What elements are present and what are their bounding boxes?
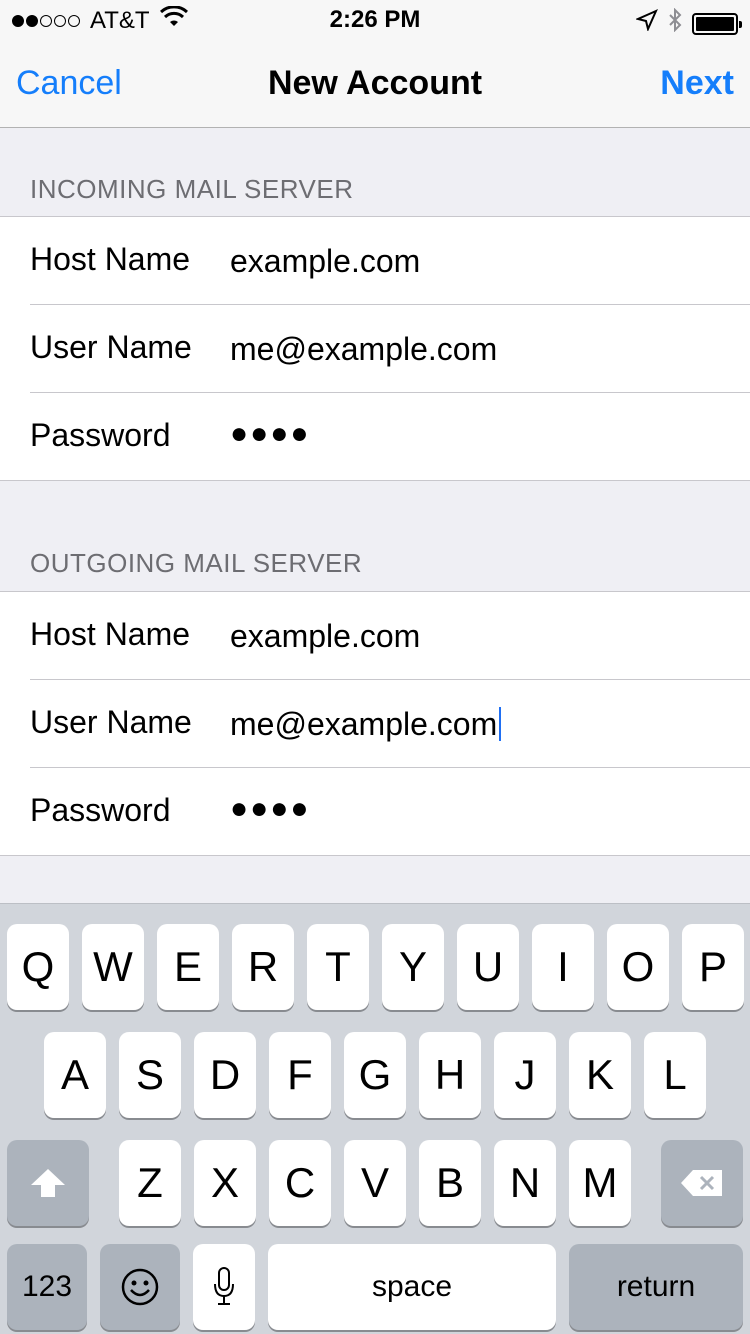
key-s[interactable]: S: [119, 1032, 181, 1118]
key-n[interactable]: N: [494, 1140, 556, 1226]
key-i[interactable]: I: [532, 924, 594, 1010]
numbers-key[interactable]: 123: [7, 1244, 87, 1330]
key-d[interactable]: D: [194, 1032, 256, 1118]
incoming-server-group: Host Name example.com User Name me@examp…: [0, 216, 750, 481]
bluetooth-icon: [668, 7, 682, 39]
key-u[interactable]: U: [457, 924, 519, 1010]
incoming-password-input[interactable]: ●●●●: [230, 417, 310, 451]
navigation-bar: Cancel New Account Next: [0, 40, 750, 128]
keyboard: Q W E R T Y U I O P A S D F G H J K L Z …: [0, 903, 750, 1334]
key-y[interactable]: Y: [382, 924, 444, 1010]
key-a[interactable]: A: [44, 1032, 106, 1118]
incoming-section-header: INCOMING MAIL SERVER: [30, 174, 354, 204]
field-label: Password: [30, 417, 171, 453]
field-label: Host Name: [30, 241, 191, 277]
outgoing-password-input[interactable]: ●●●●: [230, 792, 310, 826]
key-q[interactable]: Q: [7, 924, 69, 1010]
backspace-icon: [681, 1170, 722, 1196]
text-cursor: [499, 707, 502, 741]
outgoing-username-row[interactable]: User Name me@example.com: [0, 680, 750, 768]
next-button[interactable]: Next: [660, 64, 734, 103]
key-l[interactable]: L: [644, 1032, 706, 1118]
field-label: Password: [30, 792, 171, 828]
field-label: User Name: [30, 329, 192, 365]
battery-icon: [692, 12, 742, 35]
status-right: [634, 7, 742, 39]
key-k[interactable]: K: [569, 1032, 631, 1118]
location-arrow-icon: [634, 9, 658, 38]
incoming-host-input[interactable]: example.com: [230, 243, 420, 280]
incoming-username-row[interactable]: User Name me@example.com: [0, 305, 750, 393]
key-r[interactable]: R: [232, 924, 294, 1010]
key-e[interactable]: E: [157, 924, 219, 1010]
key-o[interactable]: O: [607, 924, 669, 1010]
backspace-key[interactable]: [661, 1140, 743, 1226]
key-j[interactable]: J: [494, 1032, 556, 1118]
outgoing-password-row[interactable]: Password ●●●●: [0, 768, 750, 855]
incoming-username-input[interactable]: me@example.com: [230, 331, 497, 368]
key-g[interactable]: G: [344, 1032, 406, 1118]
shift-key[interactable]: [7, 1140, 89, 1226]
key-h[interactable]: H: [419, 1032, 481, 1118]
key-m[interactable]: M: [569, 1140, 631, 1226]
key-w[interactable]: W: [82, 924, 144, 1010]
field-label: Host Name: [30, 616, 191, 652]
emoji-icon: [121, 1268, 159, 1306]
incoming-host-row[interactable]: Host Name example.com: [0, 217, 750, 305]
incoming-password-row[interactable]: Password ●●●●: [0, 393, 750, 480]
page-title: New Account: [267, 64, 483, 102]
key-t[interactable]: T: [307, 924, 369, 1010]
emoji-key[interactable]: [100, 1244, 180, 1330]
dictation-key[interactable]: [193, 1244, 255, 1330]
microphone-icon: [214, 1267, 234, 1305]
outgoing-username-input[interactable]: me@example.com: [230, 706, 502, 743]
outgoing-host-row[interactable]: Host Name example.com: [0, 592, 750, 680]
field-label: User Name: [30, 704, 192, 740]
outgoing-host-input[interactable]: example.com: [230, 618, 420, 655]
key-c[interactable]: C: [269, 1140, 331, 1226]
key-p[interactable]: P: [682, 924, 744, 1010]
shift-arrow-icon: [31, 1169, 65, 1197]
key-b[interactable]: B: [419, 1140, 481, 1226]
key-z[interactable]: Z: [119, 1140, 181, 1226]
key-v[interactable]: V: [344, 1140, 406, 1226]
outgoing-server-group: Host Name example.com User Name me@examp…: [0, 591, 750, 856]
key-f[interactable]: F: [269, 1032, 331, 1118]
space-key[interactable]: space: [268, 1244, 556, 1330]
key-x[interactable]: X: [194, 1140, 256, 1226]
status-bar: AT&T 2:26 PM: [0, 0, 750, 40]
outgoing-section-header: OUTGOING MAIL SERVER: [30, 548, 363, 578]
return-key[interactable]: return: [569, 1244, 743, 1330]
